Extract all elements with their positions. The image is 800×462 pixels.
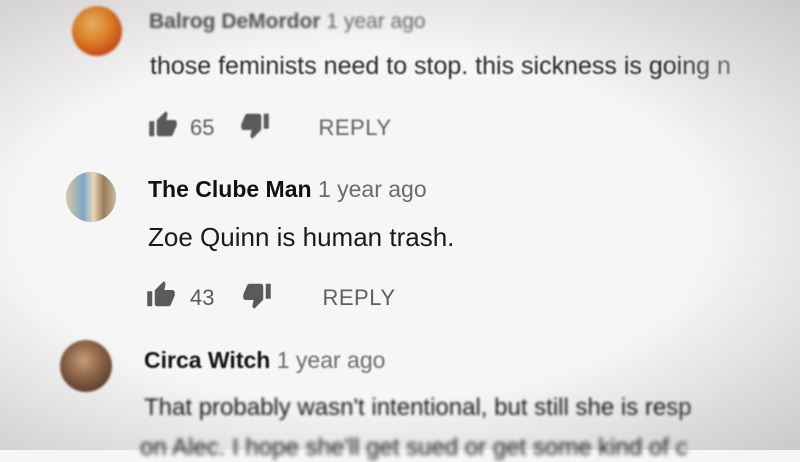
thumb-down-icon[interactable] [240, 110, 270, 145]
like-count: 65 [190, 114, 215, 140]
comments-section: Balrog DeMordor 1 year ago those feminis… [0, 0, 800, 461]
avatar[interactable] [72, 6, 122, 56]
reply-button[interactable]: REPLY [322, 285, 395, 311]
comment-text: That probably wasn't intentional, but st… [144, 394, 692, 421]
comment-author-line: Circa Witch 1 year ago [144, 347, 385, 374]
comment-actions: 65 REPLY [148, 110, 392, 145]
comment-author[interactable]: Balrog DeMordor [149, 10, 321, 33]
comment-author-line: The Clube Man 1 year ago [148, 176, 427, 203]
thumb-up-icon[interactable] [148, 110, 178, 145]
comment-time[interactable]: 1 year ago [318, 176, 427, 202]
thumb-down-icon[interactable] [242, 280, 272, 315]
comment-author[interactable]: The Clube Man [148, 176, 312, 202]
comment-text-line-2: on Alec. I hope she'll get sued or get s… [140, 434, 688, 461]
like-count: 43 [190, 284, 215, 310]
reply-button[interactable]: REPLY [318, 115, 391, 141]
avatar[interactable] [60, 340, 112, 392]
comment-text: Zoe Quinn is human trash. [148, 222, 455, 252]
comment-actions: 43 REPLY [146, 280, 396, 315]
thumb-up-icon[interactable] [146, 280, 176, 315]
comment-author[interactable]: Circa Witch [144, 347, 270, 373]
avatar[interactable] [66, 172, 116, 222]
comment-time[interactable]: 1 year ago [326, 10, 425, 33]
comment-time[interactable]: 1 year ago [277, 347, 386, 373]
comment-author-line: Balrog DeMordor 1 year ago [149, 10, 426, 34]
comment-text: those feminists need to stop. this sickn… [150, 52, 731, 80]
